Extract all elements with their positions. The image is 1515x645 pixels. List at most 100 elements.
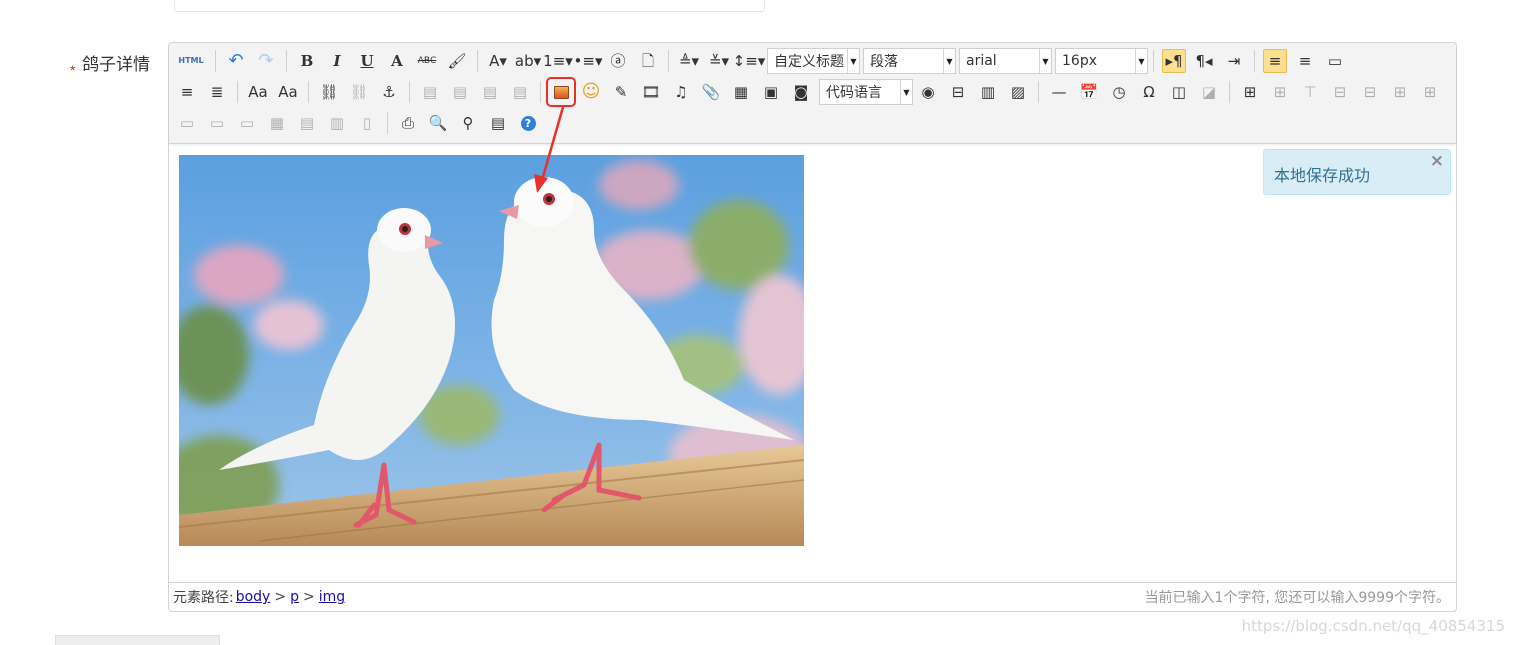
page-break-icon[interactable]: ⊟ bbox=[946, 80, 970, 104]
merge-down-icon[interactable]: ▭ bbox=[235, 111, 259, 135]
delete-table-icon[interactable]: ⊞ bbox=[1268, 80, 1292, 104]
insert-col-icon[interactable]: ⊞ bbox=[1388, 80, 1412, 104]
clear-doc-icon[interactable]: 🗋 bbox=[636, 49, 660, 73]
uppercase-icon[interactable]: Aa bbox=[246, 80, 270, 104]
toolbar-separator bbox=[1229, 81, 1230, 103]
insert-date-icon[interactable]: 📅 bbox=[1077, 80, 1101, 104]
row-spacing-top-icon[interactable]: ≜▾ bbox=[677, 49, 701, 73]
ordered-list-icon[interactable]: 1≡▾ bbox=[543, 49, 573, 73]
music-icon[interactable]: ♫ bbox=[669, 80, 693, 104]
custom-title-select-value: 自定义标题 bbox=[774, 54, 844, 70]
image-glyph bbox=[553, 85, 569, 99]
map-icon[interactable]: ▦ bbox=[729, 80, 753, 104]
bold-icon[interactable]: B bbox=[295, 49, 319, 73]
insert-table-icon[interactable]: ⊞ bbox=[1238, 80, 1262, 104]
image-center-icon[interactable]: ▤ bbox=[508, 80, 532, 104]
insert-paragraph-before-table-icon[interactable]: ⊤ bbox=[1298, 80, 1322, 104]
template-icon[interactable]: ▥ bbox=[976, 80, 1000, 104]
font-size-select[interactable]: 16px ▼ bbox=[1055, 48, 1148, 74]
snapscreen-icon[interactable]: ◫ bbox=[1167, 80, 1191, 104]
dropdown-arrow-icon[interactable]: ▼ bbox=[900, 80, 912, 104]
path-link-p[interactable]: p bbox=[290, 589, 299, 605]
split-to-cells-icon[interactable]: ▦ bbox=[265, 111, 289, 135]
toolbar-row-2: ≡ ≣ Aa Aa ⛓ ⛓ ⚓ ▤ ▤ ▤ ▤ ☺ ✎ 🎞 ♫ 📎 ▦ ▣ ◙ 代码语言 ▼ ◉ ⊟ ▥ ▨ — 📅 ◷ Ω ◫ ◪ ⊞ ⊞ ⊤ ⊟… bbox=[175, 77, 1448, 107]
web-app-icon[interactable]: ◉ bbox=[916, 80, 940, 104]
print-icon[interactable]: ⎙ bbox=[396, 111, 420, 135]
merge-cells-icon[interactable]: ▭ bbox=[175, 111, 199, 135]
background-icon[interactable]: ▨ bbox=[1006, 80, 1030, 104]
select-all-icon[interactable]: ⓐ bbox=[606, 49, 630, 73]
font-family-select[interactable]: arial ▼ bbox=[959, 48, 1052, 74]
emotion-icon[interactable]: ☺ bbox=[579, 80, 603, 104]
help-icon[interactable]: ? bbox=[516, 111, 540, 135]
lowercase-icon[interactable]: Aa bbox=[276, 80, 300, 104]
link-icon[interactable]: ⛓ bbox=[317, 80, 341, 104]
font-border-icon[interactable]: A bbox=[385, 49, 409, 73]
row-spacing-bottom-icon[interactable]: ≚▾ bbox=[707, 49, 731, 73]
font-color-icon[interactable]: A▾ bbox=[486, 49, 510, 73]
justify-full-icon[interactable]: ≣ bbox=[205, 80, 229, 104]
insert-frame-icon[interactable]: ◙ bbox=[789, 80, 813, 104]
google-map-icon[interactable]: ▣ bbox=[759, 80, 783, 104]
fullscreen-icon[interactable]: ▭ bbox=[1323, 49, 1347, 73]
redo-icon[interactable]: ↷ bbox=[254, 49, 278, 73]
code-language-select[interactable]: 代码语言 ▼ bbox=[819, 79, 913, 105]
indent-icon[interactable]: ⇥ bbox=[1222, 49, 1246, 73]
strikethrough-icon[interactable]: ABC bbox=[415, 49, 439, 73]
dropdown-arrow-icon[interactable]: ▼ bbox=[1039, 49, 1051, 73]
undo-icon[interactable]: ↶ bbox=[224, 49, 248, 73]
dropdown-arrow-icon[interactable]: ▼ bbox=[943, 49, 955, 73]
image-none-icon[interactable]: ▤ bbox=[418, 80, 442, 104]
search-replace-icon[interactable]: ⚲ bbox=[456, 111, 480, 135]
insert-time-icon[interactable]: ◷ bbox=[1107, 80, 1131, 104]
italic-icon[interactable]: I bbox=[325, 49, 349, 73]
line-height-icon[interactable]: ↕≡▾ bbox=[733, 49, 766, 73]
delete-row-icon[interactable]: ⊟ bbox=[1358, 80, 1382, 104]
toolbar-separator bbox=[540, 81, 541, 103]
special-chars-icon[interactable]: Ω bbox=[1137, 80, 1161, 104]
dropdown-arrow-icon[interactable]: ▼ bbox=[1135, 49, 1147, 73]
ltr-direction-icon[interactable]: ▸¶ bbox=[1162, 49, 1186, 73]
justify-right-icon[interactable]: ≡ bbox=[175, 80, 199, 104]
local-save-notice: 本地保存成功 × bbox=[1263, 149, 1451, 195]
justify-left-icon[interactable]: ≡ bbox=[1263, 49, 1287, 73]
dropdown-arrow-icon[interactable]: ▼ bbox=[847, 49, 859, 73]
toolbar-separator bbox=[387, 112, 388, 134]
split-to-cols-icon[interactable]: ▥ bbox=[325, 111, 349, 135]
rich-text-editor: HTML ↶ ↷ B I U A ABC 🖌 A▾ ab▾ 1≡▾ •≡▾ ⓐ 🗋 ≜▾ ≚▾ ↕≡▾ 自定义标题 ▼… bbox=[168, 42, 1457, 612]
chart-icon[interactable]: ▯ bbox=[355, 111, 379, 135]
insert-row-icon[interactable]: ⊟ bbox=[1328, 80, 1352, 104]
editor-content-area[interactable] bbox=[169, 145, 1456, 582]
preview-icon[interactable]: 🔍 bbox=[426, 111, 450, 135]
delete-col-icon[interactable]: ⊞ bbox=[1418, 80, 1442, 104]
anchor-icon[interactable]: ⚓ bbox=[377, 80, 401, 104]
previous-input-field[interactable] bbox=[174, 0, 765, 12]
underline-icon[interactable]: U bbox=[355, 49, 379, 73]
toolbar-separator bbox=[215, 50, 216, 72]
background-color-icon[interactable]: ab▾ bbox=[515, 49, 541, 73]
split-to-rows-icon[interactable]: ▤ bbox=[295, 111, 319, 135]
pigeon-photo[interactable] bbox=[179, 155, 804, 546]
merge-right-icon[interactable]: ▭ bbox=[205, 111, 229, 135]
paragraph-format-select[interactable]: 段落 ▼ bbox=[863, 48, 956, 74]
insert-video-icon[interactable]: 🎞 bbox=[639, 80, 663, 104]
submit-button[interactable] bbox=[55, 635, 220, 645]
source-html-button[interactable]: HTML bbox=[175, 49, 207, 73]
path-link-img[interactable]: img bbox=[319, 589, 345, 605]
wordimage-icon[interactable]: ◪ bbox=[1197, 80, 1221, 104]
rtl-direction-icon[interactable]: ¶◂ bbox=[1192, 49, 1216, 73]
image-right-icon[interactable]: ▤ bbox=[478, 80, 502, 104]
close-icon[interactable]: × bbox=[1430, 151, 1444, 171]
attachment-icon[interactable]: 📎 bbox=[699, 80, 723, 104]
unlink-icon[interactable]: ⛓ bbox=[347, 80, 371, 104]
image-left-icon[interactable]: ▤ bbox=[448, 80, 472, 104]
path-link-body[interactable]: body bbox=[236, 589, 271, 605]
unordered-list-icon[interactable]: •≡▾ bbox=[574, 49, 603, 73]
format-brush-icon[interactable]: 🖌 bbox=[445, 49, 469, 73]
justify-center-icon[interactable]: ≡ bbox=[1293, 49, 1317, 73]
draft-icon[interactable]: ▤ bbox=[486, 111, 510, 135]
simple-upload-image-icon[interactable] bbox=[546, 77, 576, 107]
custom-title-select[interactable]: 自定义标题 ▼ bbox=[767, 48, 860, 74]
scrawl-icon[interactable]: ✎ bbox=[609, 80, 633, 104]
horizontal-rule-icon[interactable]: — bbox=[1047, 80, 1071, 104]
